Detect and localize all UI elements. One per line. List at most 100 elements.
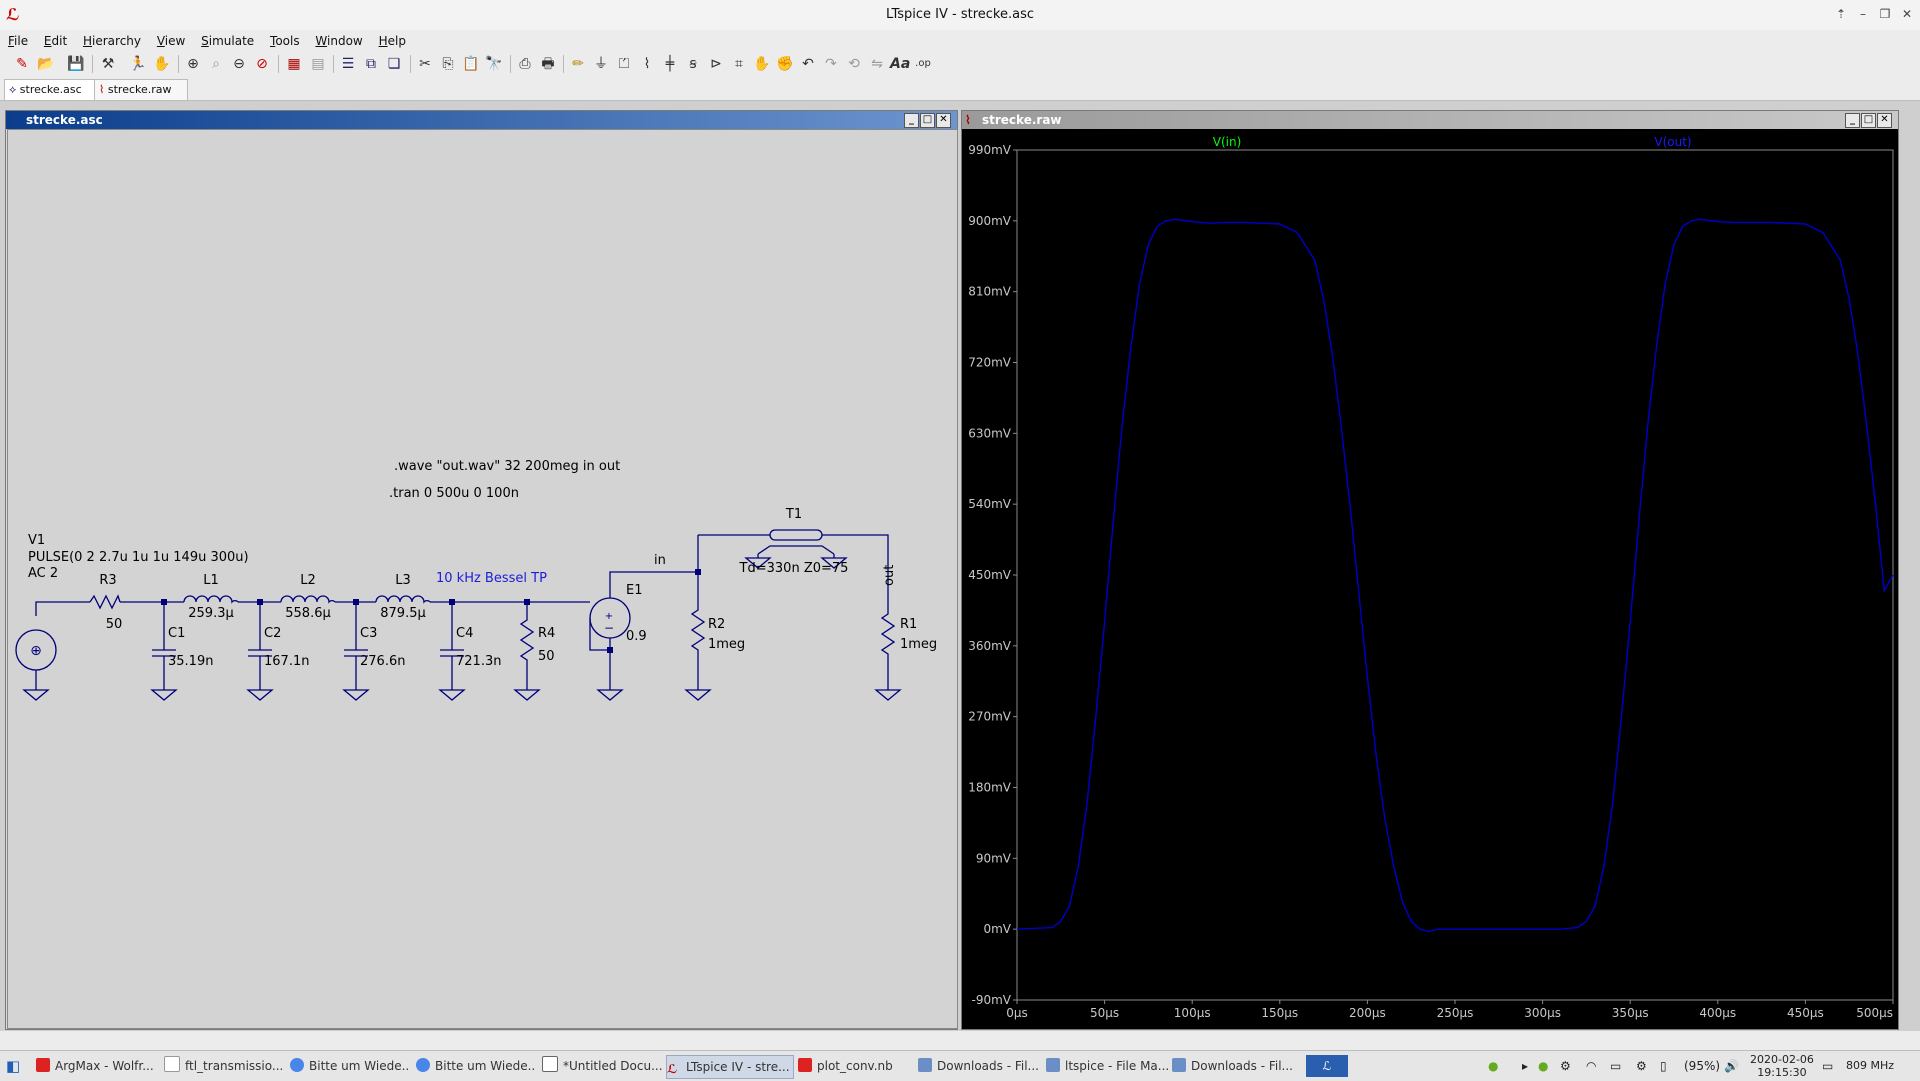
- cpu-monitor-icon: ▭: [1822, 1059, 1834, 1073]
- menu-edit[interactable]: Edit: [40, 30, 71, 52]
- redo-icon[interactable]: ↷: [821, 54, 841, 74]
- diode-icon[interactable]: ⊳: [706, 54, 726, 74]
- taskbar-item[interactable]: Bitte um Wiede...: [416, 1055, 536, 1077]
- grid-icon[interactable]: ▤: [308, 54, 328, 74]
- resistor-icon[interactable]: ⌇: [637, 54, 657, 74]
- y-tick-label: 900mV: [968, 214, 1012, 228]
- cut-icon[interactable]: ✂: [415, 54, 435, 74]
- wifi-icon[interactable]: ◠: [1586, 1057, 1596, 1075]
- close-icon[interactable]: ✕: [936, 113, 951, 128]
- cascade-icon[interactable]: ❏: [384, 54, 404, 74]
- tile-horizontal-icon[interactable]: ☰: [338, 54, 358, 74]
- close-icon[interactable]: ✕: [1898, 5, 1916, 23]
- x-tick-label: 0µs: [1006, 1006, 1028, 1020]
- y-tick-label: 990mV: [968, 143, 1012, 157]
- clock[interactable]: 2020-02-06 19:15:30: [1750, 1053, 1814, 1079]
- paste-icon[interactable]: 📋: [461, 54, 481, 74]
- menu-file[interactable]: File: [4, 30, 32, 52]
- taskbar-item-active[interactable]: ℒ LTspice IV - stre...: [666, 1055, 794, 1079]
- zoom-fit-icon[interactable]: ⌕: [206, 54, 226, 74]
- zoom-out-icon[interactable]: ⊖: [229, 54, 249, 74]
- c2-value: 167.1n: [264, 654, 309, 669]
- legend-v-out: V(out): [1654, 135, 1691, 149]
- halt-icon[interactable]: ✋: [152, 54, 172, 74]
- tab-strecke-raw[interactable]: ⌇ strecke.raw: [94, 79, 188, 101]
- menu-simulate[interactable]: Simulate: [197, 30, 258, 52]
- user-icon[interactable]: ●: [1538, 1057, 1548, 1075]
- save-icon[interactable]: 💾: [66, 54, 86, 74]
- label-net-icon[interactable]: ⏍: [614, 54, 634, 74]
- zoom-cancel-icon[interactable]: ⊘: [252, 54, 272, 74]
- control-panel-icon[interactable]: ⚒: [98, 54, 118, 74]
- spice-directive-icon[interactable]: .op: [913, 54, 933, 74]
- restore-icon[interactable]: ❐: [1876, 5, 1894, 23]
- tab-strecke-asc[interactable]: ⟡ strecke.asc: [4, 79, 98, 101]
- wolfram-icon: [798, 1058, 812, 1072]
- minimize-icon[interactable]: _: [904, 113, 919, 128]
- autorange-icon[interactable]: ▦: [284, 54, 304, 74]
- up-icon[interactable]: ⇡: [1832, 5, 1850, 23]
- menu-hierarchy[interactable]: Hierarchy: [79, 30, 145, 52]
- settings-icon[interactable]: ⚙: [1636, 1057, 1647, 1075]
- minimize-icon[interactable]: _: [1845, 113, 1860, 128]
- task-label: Bitte um Wiede...: [309, 1059, 410, 1073]
- wire-icon[interactable]: ✏: [568, 54, 588, 74]
- taskbar-item[interactable]: plot_conv.nb: [798, 1055, 908, 1077]
- print-icon[interactable]: 🖶: [538, 54, 558, 74]
- taskbar-item[interactable]: ftl_transmissio...: [164, 1055, 282, 1077]
- ground-icon[interactable]: ⏚: [591, 54, 611, 74]
- waveform-viewer[interactable]: 990mV 900mV 810mV 720mV 630mV 540mV 450mV 360mV…: [965, 129, 1895, 1027]
- taskbar-item[interactable]: Downloads - Fil...: [918, 1055, 1040, 1077]
- schematic-titlebar[interactable]: strecke.asc _ □ ✕: [6, 111, 957, 129]
- capacitor-icon[interactable]: ╪: [660, 54, 680, 74]
- battery-icon[interactable]: ▯: [1660, 1057, 1667, 1075]
- drag-icon[interactable]: ✊: [775, 54, 795, 74]
- chrome-icon: [290, 1058, 304, 1072]
- zoom-in-icon[interactable]: ⊕: [183, 54, 203, 74]
- t1-value: Td=330n Z0=75: [739, 561, 849, 576]
- find-icon[interactable]: 🔭: [484, 54, 504, 74]
- plot-frame: [1016, 149, 1894, 1001]
- print-setup-icon[interactable]: ⎙: [515, 54, 535, 74]
- undo-icon[interactable]: ↶: [798, 54, 818, 74]
- taskbar-item[interactable]: Bitte um Wiede...: [290, 1055, 410, 1077]
- start-menu-icon[interactable]: ◧: [6, 1055, 22, 1077]
- text-icon[interactable]: Aa: [890, 54, 910, 74]
- mirror-icon[interactable]: ⇋: [867, 54, 887, 74]
- schematic-canvas[interactable]: ⊕ + − .wave "out.wav" 32 200meg in out .…: [7, 129, 958, 1029]
- network-icon[interactable]: ⚙: [1560, 1057, 1571, 1075]
- open-icon[interactable]: 📂: [36, 54, 56, 74]
- taskbar-item[interactable]: *Untitled Docu...: [542, 1055, 662, 1077]
- close-icon[interactable]: ✕: [1877, 113, 1892, 128]
- y-tick-label: 450mV: [968, 568, 1012, 582]
- restore-icon[interactable]: □: [920, 113, 935, 128]
- waveform-plot: 990mV 900mV 810mV 720mV 630mV 540mV 450mV 360mV…: [968, 135, 1894, 1020]
- move-icon[interactable]: ✋: [752, 54, 772, 74]
- tile-vertical-icon[interactable]: ⧉: [361, 54, 381, 74]
- inductor-icon[interactable]: ꞩ: [683, 54, 703, 74]
- c4-ref: C4: [456, 626, 473, 641]
- r2-ref: R2: [708, 617, 725, 632]
- run-icon[interactable]: 🏃: [128, 54, 148, 74]
- rotate-icon[interactable]: ⟲: [844, 54, 864, 74]
- taskbar-item[interactable]: ltspice - File Ma...: [1046, 1055, 1168, 1077]
- taskbar-item[interactable]: Downloads - Fil...: [1172, 1055, 1294, 1077]
- plot-titlebar[interactable]: ⌇ strecke.raw _ □ ✕: [962, 111, 1898, 129]
- user-icon[interactable]: ●: [1488, 1057, 1498, 1075]
- l3-value: 879.5µ: [380, 606, 426, 621]
- net-label-out: out: [882, 565, 897, 586]
- display-icon[interactable]: ▭: [1610, 1057, 1621, 1075]
- menu-help[interactable]: Help: [375, 30, 410, 52]
- component-icon[interactable]: ⌗: [729, 54, 749, 74]
- restore-icon[interactable]: □: [1861, 113, 1876, 128]
- taskbar-item[interactable]: ArgMax - Wolfr...: [36, 1055, 158, 1077]
- LTspice-pager-icon[interactable]: ℒ: [1306, 1055, 1348, 1077]
- new-schematic-icon[interactable]: ✎: [12, 54, 32, 74]
- menu-window[interactable]: Window: [311, 30, 366, 52]
- menu-view[interactable]: View: [153, 30, 189, 52]
- volume-icon[interactable]: 🔊: [1724, 1057, 1739, 1075]
- copy-icon[interactable]: ⎘: [438, 54, 458, 74]
- minimize-icon[interactable]: –: [1854, 5, 1872, 23]
- chevron-right-icon[interactable]: ▸: [1522, 1057, 1528, 1075]
- menu-tools[interactable]: Tools: [266, 30, 304, 52]
